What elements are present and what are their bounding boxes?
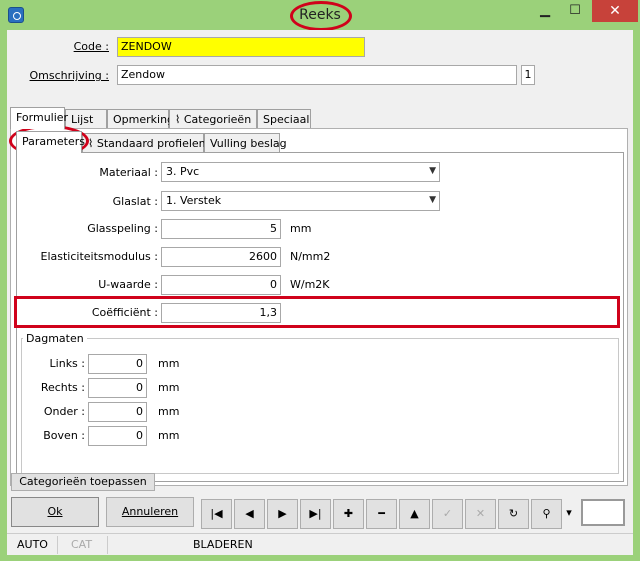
last-record-icon[interactable]: ▶| <box>300 499 331 529</box>
materiaal-value: 3. Pvc <box>166 165 200 178</box>
links-field[interactable]: 0 <box>88 354 147 374</box>
check-icon[interactable]: ✓ <box>432 499 463 529</box>
title-highlight-oval <box>290 1 352 31</box>
boven-field[interactable]: 0 <box>88 426 147 446</box>
tab-standaard-profielen-label: Standaard profielen <box>96 137 206 150</box>
glaslat-label: Glaslat : <box>112 195 158 208</box>
onder-unit: mm <box>158 405 180 418</box>
status-divider <box>57 536 58 554</box>
ok-label: Ok <box>47 505 63 518</box>
tab-parameters[interactable]: Parameters <box>16 131 85 153</box>
glasspeling-label: Glasspeling : <box>87 222 158 235</box>
status-bladeren: BLADEREN <box>193 538 253 551</box>
uwaarde-label: U-waarde : <box>98 278 158 291</box>
elasticiteit-unit: N/mm2 <box>290 250 331 263</box>
boven-label: Boven : <box>43 429 85 442</box>
dialog-body: Code : ZENDOW Omschrijving : Zendow 1 Fo… <box>7 30 633 555</box>
uwaarde-unit: W/m2K <box>290 278 330 291</box>
search-input[interactable] <box>581 499 625 526</box>
code-field[interactable]: ZENDOW <box>117 37 365 57</box>
code-label: Code : <box>73 40 109 53</box>
annuleren-button[interactable]: Annuleren <box>106 497 194 527</box>
up-icon[interactable]: ▲ <box>399 499 430 529</box>
cancel-edit-icon[interactable]: ✕ <box>465 499 496 529</box>
first-record-icon[interactable]: |◀ <box>201 499 232 529</box>
tab-formulier[interactable]: Formulier <box>10 107 68 129</box>
materiaal-select[interactable]: 3. Pvc ▼ <box>161 162 440 182</box>
search-dropdown-icon[interactable]: ▾ <box>563 499 575 529</box>
tab-categorieen[interactable]: ⌇ Categorieën <box>169 109 257 129</box>
uwaarde-field[interactable]: 0 <box>161 275 281 295</box>
status-divider <box>107 536 108 554</box>
ok-button[interactable]: Ok <box>11 497 99 527</box>
glaslat-select[interactable]: 1. Verstek ▼ <box>161 191 440 211</box>
status-bar: AUTO CAT BLADEREN <box>7 533 633 555</box>
annuleren-label: Annuleren <box>121 505 179 518</box>
next-record-icon[interactable]: ▶ <box>267 499 298 529</box>
rechts-field[interactable]: 0 <box>88 378 147 398</box>
elasticiteit-label: Elasticiteitsmodulus : <box>40 250 159 263</box>
minimize-icon[interactable]: ▁ <box>530 0 560 22</box>
links-unit: mm <box>158 357 180 370</box>
prev-record-icon[interactable]: ◀ <box>234 499 265 529</box>
tab-standaard-profielen[interactable]: ⌇ Standaard profielen <box>82 133 206 153</box>
maximize-icon[interactable]: ☐ <box>560 0 590 22</box>
chevron-down-icon: ▼ <box>429 195 436 205</box>
paperclip-icon: ⌇ <box>175 113 181 126</box>
close-icon[interactable]: ✕ <box>592 0 638 22</box>
tab-opmerking[interactable]: Opmerking <box>107 109 174 129</box>
binoculars-icon[interactable]: ⚲ <box>531 499 562 529</box>
coefficient-highlight-box <box>14 296 620 328</box>
tab-categorieen-label: Categorieën <box>183 113 252 126</box>
window: Reeks ▁ ☐ ✕ Code : ZENDOW Omschrijving :… <box>0 0 640 561</box>
materiaal-label: Materiaal : <box>99 166 158 179</box>
status-cat: CAT <box>71 538 93 551</box>
counter-field: 1 <box>521 65 535 85</box>
links-label: Links : <box>49 357 85 370</box>
boven-unit: mm <box>158 429 180 442</box>
chevron-down-icon: ▼ <box>429 166 436 176</box>
rechts-label: Rechts : <box>40 381 85 394</box>
onder-field[interactable]: 0 <box>88 402 147 422</box>
elasticiteit-field[interactable]: 2600 <box>161 247 281 267</box>
remove-record-icon[interactable]: ━ <box>366 499 397 529</box>
omschrijving-field[interactable]: Zendow <box>117 65 517 85</box>
tab-speciaal[interactable]: Speciaal <box>257 109 311 129</box>
add-record-icon[interactable]: ✚ <box>333 499 364 529</box>
dagmaten-title: Dagmaten <box>23 332 87 345</box>
tab-vulling-beslag[interactable]: Vulling beslag <box>204 133 287 153</box>
onder-label: Onder : <box>43 405 85 418</box>
refresh-icon[interactable]: ↻ <box>498 499 529 529</box>
glasspeling-field[interactable]: 5 <box>161 219 281 239</box>
rechts-unit: mm <box>158 381 180 394</box>
categorieen-toepassen-button[interactable]: Categorieën toepassen <box>11 473 155 491</box>
glasspeling-unit: mm <box>290 222 312 235</box>
status-auto: AUTO <box>17 538 48 551</box>
tab-lijst[interactable]: Lijst <box>65 109 107 129</box>
omschrijving-label: Omschrijving : <box>29 69 109 82</box>
glaslat-value: 1. Verstek <box>166 194 222 207</box>
